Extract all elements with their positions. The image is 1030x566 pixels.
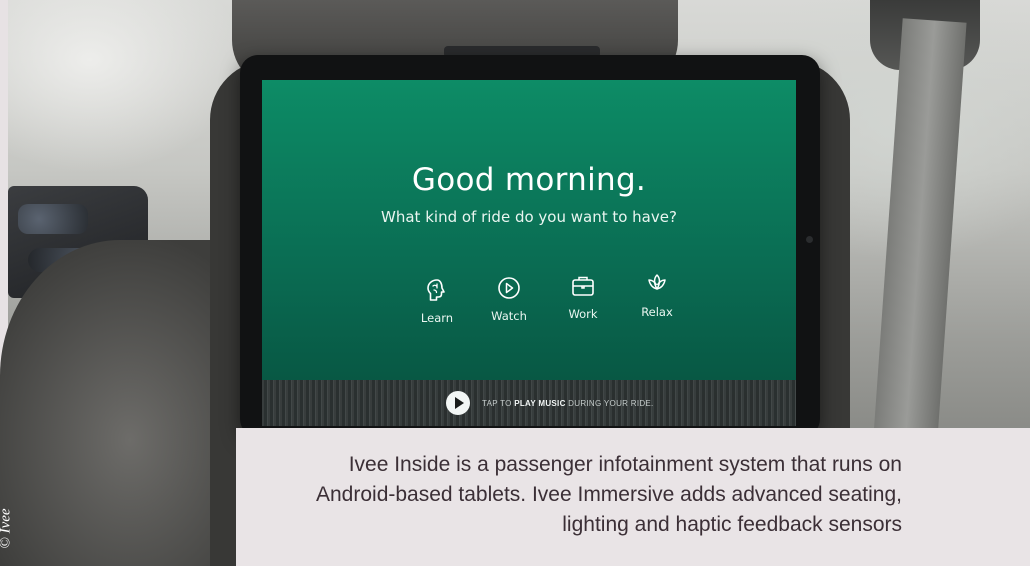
photo-credit-text: © Ivee <box>0 508 14 548</box>
mode-label: Watch <box>491 309 527 323</box>
mode-learn-button[interactable]: Learn <box>402 275 472 325</box>
mode-label: Work <box>568 307 598 321</box>
music-bar[interactable]: TAP TO PLAY MUSIC DURING YOUR RIDE. <box>262 380 796 426</box>
mode-work-button[interactable]: Work <box>548 271 618 321</box>
dashboard-glow-top <box>18 204 88 234</box>
tablet-screen: Good morning. What kind of ride do you w… <box>262 80 796 426</box>
photo-credit: © Ivee <box>0 500 32 560</box>
mode-relax-button[interactable]: Relax <box>622 269 692 319</box>
ride-mode-options: Learn Watch Work Relax <box>402 273 692 345</box>
brain-icon <box>427 279 445 301</box>
music-prompt-emphasis: PLAY MUSIC <box>514 398 566 408</box>
music-bar-content: TAP TO PLAY MUSIC DURING YOUR RIDE. <box>446 390 654 416</box>
tablet-camera <box>806 236 813 243</box>
mode-label: Relax <box>641 305 673 319</box>
greeting-heading: Good morning. <box>411 162 647 198</box>
play-circle-icon <box>498 277 520 299</box>
ride-question: What kind of ride do you want to have? <box>381 208 677 226</box>
lotus-icon <box>648 274 666 290</box>
music-prompt-prefix: TAP TO <box>482 398 515 408</box>
play-music-button[interactable] <box>446 391 470 415</box>
photo-caption: Ivee Inside is a passenger infotainment … <box>315 453 902 536</box>
mode-watch-button[interactable]: Watch <box>474 273 544 323</box>
mode-label: Learn <box>420 311 454 325</box>
play-music-prompt: TAP TO PLAY MUSIC DURING YOUR RIDE. <box>482 399 654 408</box>
seatbelt <box>873 18 967 442</box>
briefcase-icon <box>572 276 594 296</box>
photo-caption-box: Ivee Inside is a passenger infotainment … <box>236 428 1030 566</box>
music-prompt-suffix: DURING YOUR RIDE. <box>565 398 654 408</box>
